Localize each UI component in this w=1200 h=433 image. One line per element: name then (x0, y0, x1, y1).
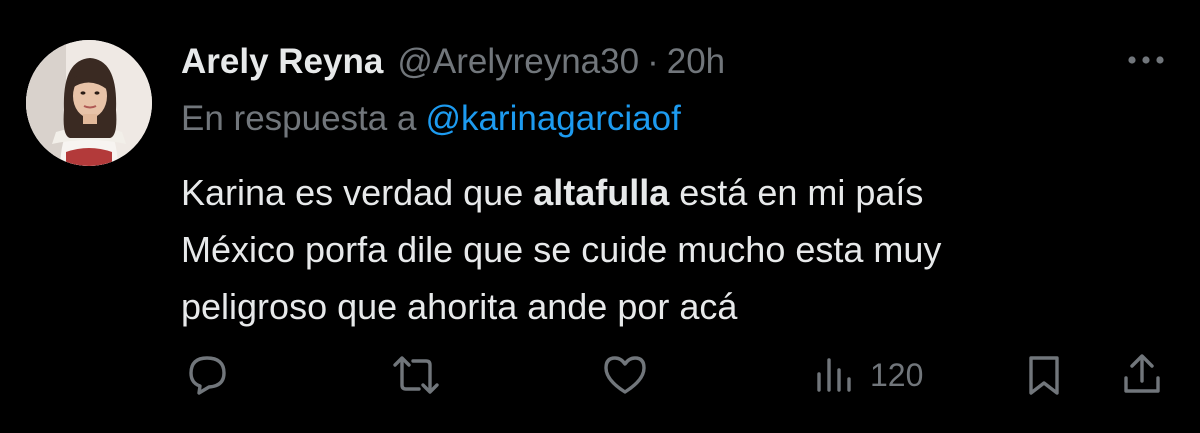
reply-button[interactable] (185, 352, 231, 398)
analytics-icon (817, 358, 851, 392)
reply-mention-link[interactable]: @karinagarciaof (425, 99, 680, 138)
tweet-text-segment: está en mi país (669, 172, 924, 213)
views-button[interactable]: 120 (814, 352, 923, 398)
reply-icon (189, 356, 226, 395)
tweet-header: Arely Reyna @Arelyreyna30 · 20h (181, 40, 725, 84)
tweet-text-bold: altafulla (533, 172, 670, 213)
more-icon[interactable] (1124, 50, 1168, 70)
retweet-button[interactable] (390, 352, 442, 398)
views-count: 120 (870, 356, 924, 393)
tweet: Arely Reyna @Arelyreyna30 · 20h En respu… (0, 0, 1200, 433)
separator-dot: · (647, 42, 659, 81)
tweet-text-segment: Karina es verdad que (181, 172, 534, 213)
reply-prefix: En respuesta a (181, 99, 417, 138)
display-name[interactable]: Arely Reyna (181, 42, 383, 82)
like-button[interactable] (600, 352, 650, 398)
heart-icon (604, 356, 646, 394)
tweet-text-line: peligroso que ahorita ande por acá (181, 286, 738, 327)
bookmark-icon (1029, 356, 1059, 395)
tweet-text-line: Karina es verdad que altafulla está en m… (181, 164, 1161, 221)
timestamp[interactable]: 20h (667, 42, 725, 82)
user-handle[interactable]: @Arelyreyna30 (397, 42, 639, 82)
reply-context: En respuesta a @karinagarciaof (181, 99, 681, 139)
share-icon (1124, 354, 1160, 393)
retweet-icon (393, 356, 439, 394)
avatar[interactable] (26, 40, 152, 166)
tweet-text: Karina es verdad que altafulla está en m… (181, 164, 1161, 335)
bookmark-button[interactable] (1024, 352, 1064, 398)
tweet-text-line: México porfa dile que se cuide mucho est… (181, 229, 942, 270)
share-button[interactable] (1120, 352, 1164, 398)
